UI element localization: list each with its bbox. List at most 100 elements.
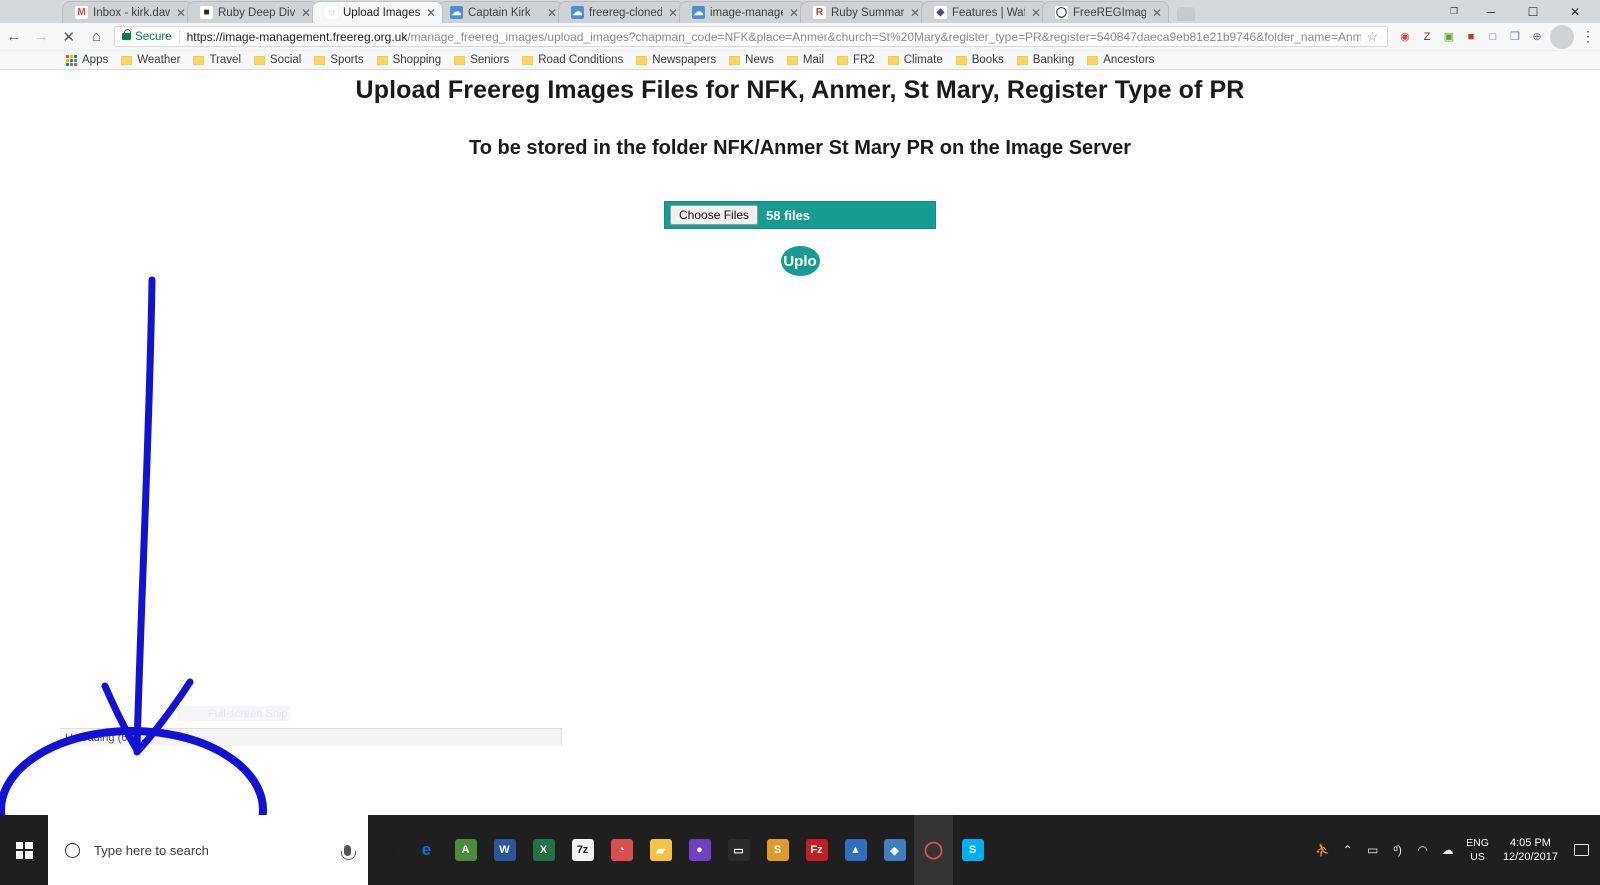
bookmark-item[interactable]: Climate (887, 54, 943, 66)
tab-close-icon[interactable]: ✕ (666, 6, 680, 20)
microsoft-word-icon: W (493, 839, 516, 861)
people-icon[interactable]: ⛹ (1310, 815, 1335, 885)
folder-icon (729, 55, 741, 65)
taskbar-app-7zip[interactable]: 7z (563, 815, 602, 885)
taskbar-app-microsoft-edge[interactable]: e (407, 815, 446, 885)
home-icon[interactable]: ⌂ (83, 23, 111, 51)
start-button[interactable] (0, 815, 48, 885)
taskbar-app-file-explorer[interactable]: ▰ (641, 815, 680, 885)
taskbar-app-paint[interactable]: ◔ (602, 815, 641, 885)
bookmark-item[interactable]: Sports (314, 54, 364, 66)
taskbar-app-adobe-acrobat[interactable]: A (446, 815, 485, 885)
bookmark-label: Seniors (470, 54, 510, 66)
taskbar-app-microsoft-excel[interactable]: X (524, 815, 563, 885)
bookmark-item[interactable]: FR2 (837, 54, 875, 66)
taskbar-app-sublime-text[interactable]: S (758, 815, 797, 885)
browser-tab[interactable]: ◯ FreeREGImageManage ✕ (1042, 1, 1169, 23)
gmail-icon: M (75, 6, 88, 19)
taskbar-app-google-chrome[interactable]: ◯ (914, 815, 953, 885)
status-bar: Uploading (6%)... (60, 728, 562, 746)
taskbar-app-task-view[interactable]: ❐ (368, 815, 407, 885)
forward-icon[interactable]: → (28, 23, 56, 51)
adblock-extension[interactable]: ■ (1460, 26, 1482, 48)
bookmark-item[interactable]: Apps (66, 54, 108, 66)
bookmark-item[interactable]: Mail (786, 54, 824, 66)
address-bar[interactable]: Secure https://image-management.freereg.… (114, 26, 1388, 47)
choose-files-button[interactable]: Choose Files (670, 205, 759, 225)
tab-close-icon[interactable]: ✕ (299, 6, 313, 20)
bookmark-star-icon[interactable]: ☆ (1361, 29, 1383, 45)
upload-button[interactable]: Uplo (780, 246, 820, 276)
page-content: Upload Freereg Images Files for NFK, Anm… (0, 70, 1600, 815)
browser-tab-strip: M Inbox - kirk.dawson.bc ✕ ■ Ruby Deep Dive … (0, 0, 1600, 23)
wifi-icon[interactable]: ◠ (1410, 815, 1435, 885)
tab-close-icon[interactable]: ✕ (1150, 6, 1164, 20)
taskbar-clock[interactable]: 4:05 PM 12/20/2017 (1495, 815, 1566, 885)
taskbar-app-microsoft-word[interactable]: W (485, 815, 524, 885)
screenshot-extension[interactable]: □ (1482, 26, 1504, 48)
taskbar-app-command-prompt[interactable]: ▭ (719, 815, 758, 885)
globe-extension[interactable]: ⊕ (1526, 26, 1548, 48)
tab-close-icon[interactable]: ✕ (424, 6, 438, 20)
bookmark-item[interactable]: Weather (121, 54, 180, 66)
minimize-button[interactable]: ─ (1470, 0, 1512, 23)
taskbar-app-remote-desktop[interactable]: ◆ (875, 815, 914, 885)
tab-close-icon[interactable]: ✕ (545, 6, 559, 20)
pocket-extension[interactable]: ◉ (1394, 26, 1416, 48)
new-tab-button[interactable] (1173, 3, 1199, 23)
bookmark-item[interactable]: Social (254, 54, 301, 66)
language-indicator[interactable]: ENG US (1460, 815, 1495, 885)
bookmark-item[interactable]: Ancestors (1087, 54, 1154, 66)
close-window-button[interactable]: ✕ (1554, 0, 1596, 23)
file-count-label: 58 files (766, 207, 811, 223)
profile-avatar[interactable] (1549, 24, 1574, 49)
tab-close-icon[interactable]: ✕ (174, 6, 188, 20)
battery-icon[interactable]: ▭ (1360, 815, 1385, 885)
onedrive-icon[interactable]: ☁ (1435, 815, 1460, 885)
restore-small-icon[interactable]: ❐ (1438, 0, 1470, 23)
bookmark-item[interactable]: Newspapers (636, 54, 716, 66)
browser-tab[interactable]: M Inbox - kirk.dawson.bc ✕ (62, 1, 193, 23)
back-icon[interactable]: ← (0, 23, 28, 51)
browser-tab[interactable]: ☁ image-management - C ✕ (679, 1, 806, 23)
tab-title: Ruby Deep Dive - The E (218, 6, 295, 19)
browser-tab-active[interactable]: ◌ Upload Images | FreeRe ✕ (312, 1, 443, 23)
tabs-extension[interactable]: ❐ (1504, 26, 1526, 48)
evernote-extension[interactable]: ▣ (1438, 26, 1460, 48)
folder-icon (955, 55, 967, 65)
zotero-extension[interactable]: Z (1416, 26, 1438, 48)
stop-icon[interactable]: ✕ (55, 23, 83, 51)
taskbar-app-robomongo[interactable]: ▲ (836, 815, 875, 885)
chrome-menu-icon[interactable]: ⋮ (1576, 28, 1600, 45)
tab-close-icon[interactable]: ✕ (1029, 6, 1043, 20)
show-hidden-icons-chevron[interactable]: ⌃ (1335, 815, 1360, 885)
volume-icon[interactable]: ᵈ) (1385, 815, 1410, 885)
file-input-band[interactable]: Choose Files 58 files (664, 201, 936, 229)
tab-close-icon[interactable]: ✕ (908, 6, 922, 20)
tab-close-icon[interactable]: ✕ (787, 6, 801, 20)
bookmark-item[interactable]: News (729, 54, 774, 66)
microphone-icon[interactable] (341, 844, 356, 860)
maximize-button[interactable]: ☐ (1512, 0, 1554, 23)
browser-tab[interactable]: R Ruby Summary: Ruby S ✕ (800, 1, 927, 23)
bookmark-item[interactable]: Seniors (454, 54, 509, 66)
bookmark-item[interactable]: Travel (193, 54, 241, 66)
command-prompt-icon: ▭ (727, 839, 750, 861)
bookmark-item[interactable]: Shopping (376, 54, 441, 66)
bookmark-label: Social (270, 54, 302, 66)
taskbar-app-github-desktop[interactable]: ● (680, 815, 719, 885)
taskbar-search-box[interactable]: Type here to search (48, 815, 368, 885)
taskbar-app-filezilla[interactable]: Fz (797, 815, 836, 885)
bookmark-item[interactable]: Books (955, 54, 1004, 66)
browser-tab[interactable]: ☁ Captain Kirk ✕ (437, 1, 564, 23)
browser-tab[interactable]: ◆ Features | Waffle.io ✕ (921, 1, 1048, 23)
folder-icon (522, 55, 534, 65)
bookmark-label: Climate (903, 54, 943, 66)
bookmark-item[interactable]: Banking (1016, 54, 1074, 66)
browser-tab[interactable]: ■ Ruby Deep Dive - The E ✕ (187, 1, 318, 23)
bookmark-item[interactable]: Road Conditions (522, 54, 623, 66)
cloud-icon: ☁ (571, 6, 584, 19)
taskbar-app-skype[interactable]: S (953, 815, 992, 885)
action-center-button[interactable] (1566, 815, 1596, 885)
browser-tab[interactable]: ☁ freereg-cloned-for-kirk ✕ (558, 1, 685, 23)
